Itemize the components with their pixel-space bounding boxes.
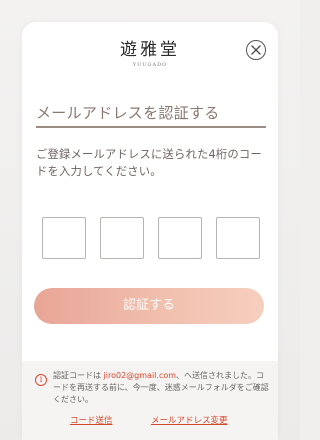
resend-code-link[interactable]: コード送信 xyxy=(70,414,113,426)
code-digit-3-input[interactable] xyxy=(158,217,202,259)
code-digit-2-input[interactable] xyxy=(100,217,144,259)
code-digit-4-input[interactable] xyxy=(216,217,260,259)
brand-logo: 遊雅堂 YUUGADO xyxy=(22,40,278,69)
notice-panel: i 認証コードは jiro02@gmail.com、へ送信されました。コードを再… xyxy=(22,361,278,440)
instruction-text: ご登録メールアドレスに送られた4桁のコードを入力してください。 xyxy=(36,148,262,178)
verify-button[interactable]: 認証する xyxy=(34,288,264,324)
brand-romanized: YUUGADO xyxy=(132,62,168,68)
close-icon xyxy=(251,45,261,55)
modal-title: メールアドレスを認証する xyxy=(36,104,220,122)
brand-name: 遊雅堂 xyxy=(120,40,180,60)
notice-text-before: 認証コードは xyxy=(53,371,104,380)
notice-text: 認証コードは jiro02@gmail.com、へ送信されました。コードを再送す… xyxy=(53,370,271,406)
code-digit-1-input[interactable] xyxy=(42,217,86,259)
info-icon: i xyxy=(35,374,47,386)
title-underline xyxy=(36,126,266,128)
email-verification-modal: 遊雅堂 YUUGADO メールアドレスを認証する ご登録メールアドレスに送られた… xyxy=(22,22,278,440)
close-button[interactable] xyxy=(246,40,266,60)
notice-email: jiro02@gmail.com xyxy=(103,371,177,380)
code-input-row xyxy=(42,217,260,261)
change-email-link[interactable]: メールアドレス変更 xyxy=(151,414,228,426)
